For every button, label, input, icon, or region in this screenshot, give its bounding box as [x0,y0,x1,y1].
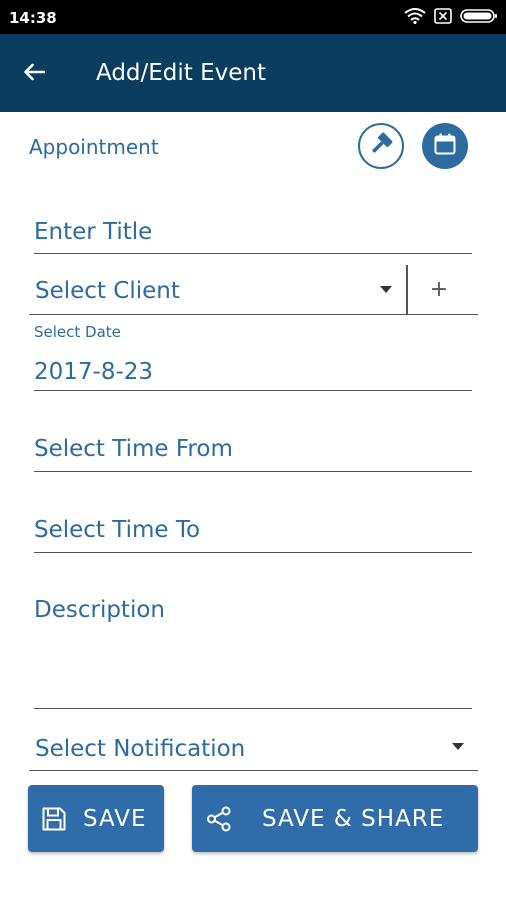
add-client-button[interactable]: + [424,277,454,307]
date-value: 2017-8-23 [34,359,154,385]
wifi-icon [404,8,426,29]
share-icon [206,806,232,832]
time-to-placeholder: Select Time To [34,517,201,543]
date-label: Select Date [34,323,121,341]
description-placeholder: Description [34,597,165,623]
title-field[interactable]: Enter Title [34,205,472,254]
save-button-label: SAVE [83,805,147,832]
dropdown-arrow-icon[interactable] [380,286,392,293]
time-from-placeholder: Select Time From [34,436,233,462]
description-field[interactable]: Description [34,580,472,709]
save-and-share-button[interactable]: SAVE & SHARE [192,785,478,852]
back-button[interactable] [16,56,52,92]
client-select-row: Select Client + [29,265,478,315]
notification-select-row[interactable]: Select Notification [29,725,478,771]
app-bar: Add/Edit Event [0,34,506,112]
arrow-left-icon [23,63,46,86]
notification-select: Select Notification [35,736,246,762]
status-time: 14:38 [9,9,57,27]
gavel-button[interactable] [358,123,404,169]
dropdown-arrow-icon [452,743,464,750]
battery-icon [460,8,498,29]
date-field[interactable]: 2017-8-23 [34,345,472,391]
calendar-button[interactable] [422,123,468,169]
floppy-disk-icon [41,806,67,832]
time-to-field[interactable]: Select Time To [34,501,472,553]
gavel-icon [368,131,394,162]
time-from-field[interactable]: Select Time From [34,420,472,472]
event-category-label: Appointment [29,135,159,159]
close-box-icon [434,8,452,29]
save-button[interactable]: SAVE [28,785,164,852]
divider [406,265,408,315]
status-bar: 14:38 [0,0,506,34]
client-select[interactable]: Select Client [35,278,180,304]
title-placeholder: Enter Title [34,219,153,245]
calendar-icon [433,132,457,161]
save-and-share-label: SAVE & SHARE [262,805,445,832]
status-icons [404,8,498,29]
page-title: Add/Edit Event [96,60,267,86]
